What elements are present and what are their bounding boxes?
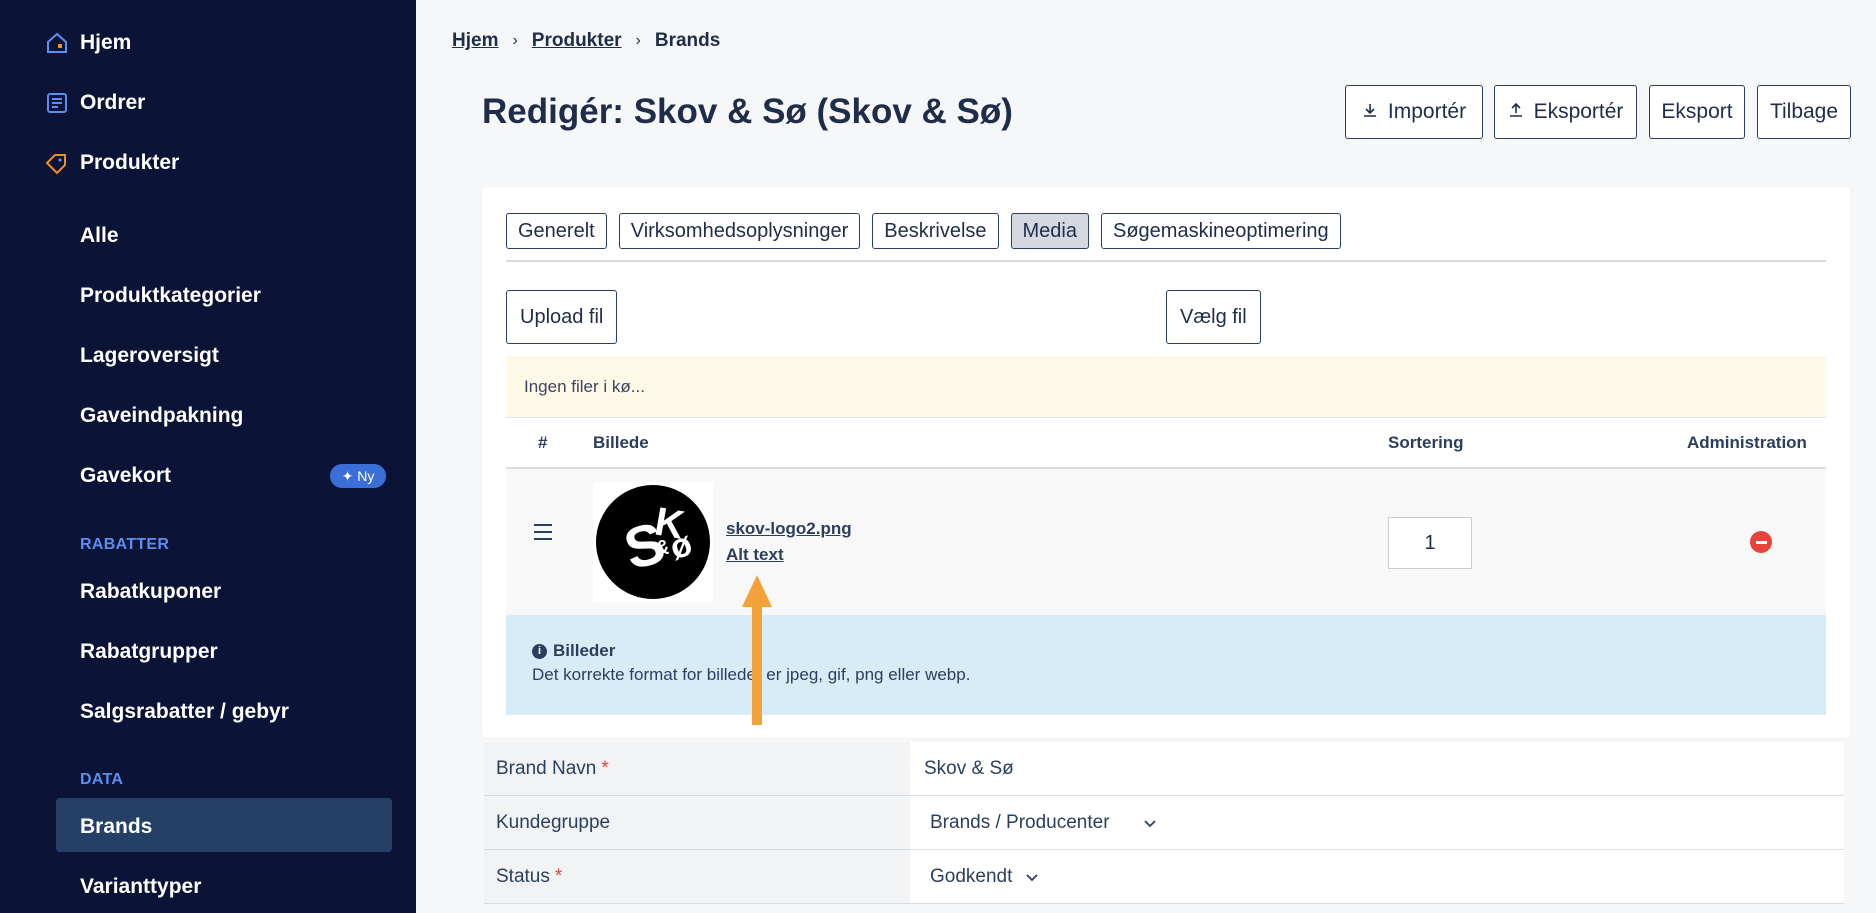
upload-file-button[interactable]: Upload fil [506, 290, 618, 344]
page-title: Redigér: Skov & Sø (Skov & Sø) [482, 92, 1013, 131]
tab-media[interactable]: Media [1010, 213, 1089, 249]
breadcrumb-current: Brands [654, 30, 721, 51]
tab-seo[interactable]: Søgemaskineoptimering [1101, 213, 1341, 249]
breadcrumb-home-link[interactable]: Hjem [452, 30, 498, 52]
export-simple-button-label: Eksport [1661, 100, 1733, 123]
remove-icon[interactable] [1750, 531, 1772, 553]
sidebar-sub-sales-discounts[interactable]: Salgsrabatter / gebyr [80, 700, 289, 724]
customer-group-value: Brands / Producenter [930, 811, 1110, 833]
tabs-divider [506, 260, 1826, 262]
tab-description[interactable]: Beskrivelse [872, 213, 999, 249]
brand-name-value: Skov & Sø [924, 757, 1014, 779]
form-row-customer-group: Kundegruppe Brands / Producenter [484, 796, 1844, 850]
chevron-down-icon [1026, 869, 1039, 885]
tab-bar: Generelt Virksomhedsoplysninger Beskrive… [506, 213, 1341, 249]
orders-icon [44, 90, 70, 116]
column-header-sort: Sortering [1388, 433, 1464, 452]
brand-name-field[interactable]: Skov & Sø [910, 742, 1844, 795]
form-label-text: Status [496, 865, 550, 887]
tab-company-info[interactable]: Virksomhedsoplysninger [618, 213, 861, 249]
form-label-text: Brand Navn [496, 757, 597, 779]
form-label: Status * [484, 850, 910, 903]
status-value: Godkendt [930, 865, 1013, 887]
upload-icon [1508, 100, 1524, 124]
sidebar-sub-inventory[interactable]: Lageroversigt [80, 344, 219, 368]
info-box: i Billeder Det korrekte format for bille… [506, 615, 1826, 715]
info-text: Det korrekte format for billeder er jpeg… [532, 665, 971, 684]
image-file-link[interactable]: skov-logo2.png [726, 519, 852, 539]
table-row: S K & ø skov-logo2.png Alt text [506, 469, 1826, 615]
new-badge: ✦ Ny [330, 464, 386, 488]
info-icon: i [532, 643, 547, 659]
sparkle-icon: ✦ [341, 467, 354, 484]
required-marker: * [554, 865, 563, 887]
form-label: Kundegruppe [484, 796, 910, 849]
sidebar-sub-coupons[interactable]: Rabatkuponer [80, 580, 221, 604]
sidebar-sub-all[interactable]: Alle [80, 224, 119, 248]
sidebar-sub-brands[interactable]: Brands [80, 815, 152, 839]
back-button-label: Tilbage [1769, 100, 1839, 123]
sidebar-item-orders[interactable]: Ordrer [44, 90, 145, 116]
chevron-right-icon: › [635, 32, 641, 49]
sidebar-item-label: Ordrer [80, 91, 146, 114]
sidebar-sub-categories[interactable]: Produktkategorier [80, 284, 261, 308]
column-header-num: # [538, 433, 548, 452]
sidebar-sub-giftcards[interactable]: Gavekort [80, 464, 171, 488]
sidebar-item-products[interactable]: Produkter [44, 150, 179, 176]
form-label-text: Kundegruppe [496, 811, 611, 833]
section-label-rabatter: RABATTER [80, 536, 170, 553]
column-header-image: Billede [593, 433, 649, 452]
export-button[interactable]: Eksportér [1494, 85, 1637, 139]
sidebar-sub-discount-groups[interactable]: Rabatgrupper [80, 640, 218, 664]
sidebar-item-label: Hjem [80, 31, 132, 54]
tab-general[interactable]: Generelt [506, 213, 607, 249]
form-label: Brand Navn * [484, 742, 910, 795]
sidebar-item-home[interactable]: Hjem [44, 30, 131, 56]
import-button[interactable]: Importér [1345, 85, 1483, 139]
export-simple-button[interactable]: Eksport [1649, 85, 1745, 139]
status-select[interactable]: Godkendt [910, 850, 1844, 903]
breadcrumb-products-link[interactable]: Produkter [532, 30, 622, 52]
import-button-label: Importér [1387, 100, 1467, 123]
export-button-label: Eksportér [1533, 100, 1624, 123]
alt-text-link[interactable]: Alt text [726, 545, 784, 565]
info-title-text: Billeder [553, 641, 616, 660]
sidebar: Hjem Ordrer Produkter Alle Produktkatego… [0, 0, 416, 913]
upload-queue-status: Ingen filer i kø... [506, 356, 1826, 418]
home-icon [44, 30, 70, 56]
drag-handle-icon[interactable] [534, 524, 552, 540]
breadcrumb: Hjem › Produkter › Brands [452, 30, 720, 52]
info-title: i Billeder [532, 641, 1800, 661]
back-button[interactable]: Tilbage [1757, 85, 1851, 139]
customer-group-select[interactable]: Brands / Producenter [910, 796, 1844, 849]
sort-order-input[interactable] [1388, 517, 1472, 569]
tag-icon [44, 150, 70, 176]
new-badge-label: Ny [357, 468, 375, 484]
download-icon [1362, 100, 1378, 124]
column-header-admin: Administration [1687, 433, 1807, 452]
form-row-brand-name: Brand Navn * Skov & Sø [484, 742, 1844, 796]
brand-logo-thumbnail: S K & ø [593, 482, 713, 602]
section-label-data: DATA [80, 771, 124, 788]
sidebar-sub-giftwrap[interactable]: Gaveindpakning [80, 404, 243, 428]
choose-file-button[interactable]: Vælg fil [1166, 290, 1261, 344]
chevron-right-icon: › [512, 32, 518, 49]
chevron-down-icon [1143, 815, 1156, 831]
sidebar-sub-variant-types[interactable]: Varianttyper [80, 875, 201, 899]
required-marker: * [601, 757, 609, 779]
form-row-status: Status * Godkendt [484, 850, 1844, 904]
annotation-arrow-icon [742, 575, 772, 725]
media-card: Generelt Virksomhedsoplysninger Beskrive… [482, 187, 1850, 738]
sidebar-item-label: Produkter [80, 151, 180, 174]
